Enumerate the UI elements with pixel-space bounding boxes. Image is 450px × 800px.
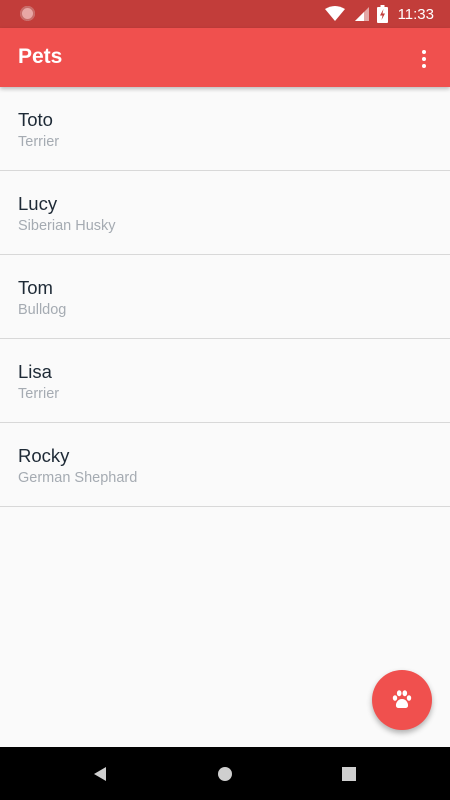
screen: 11:33 Pets Toto Terrier Lucy Siberian Hu… (0, 0, 450, 800)
list-item[interactable]: Lisa Terrier (0, 339, 450, 423)
pet-name: Lisa (18, 361, 52, 382)
notification-icon (20, 6, 35, 21)
navigation-bar (0, 747, 450, 800)
home-button[interactable] (195, 747, 255, 800)
list-item[interactable]: Rocky German Shephard (0, 423, 450, 507)
battery-icon (376, 5, 388, 23)
pet-name: Lucy (18, 193, 58, 214)
recents-button[interactable] (319, 747, 379, 800)
pet-breed: Siberian Husky (18, 218, 116, 234)
page-title: Pets (18, 45, 63, 68)
status-time: 11:33 (397, 5, 434, 23)
recents-icon (342, 766, 356, 781)
more-vert-icon[interactable] (406, 41, 442, 77)
pet-breed: Bulldog (18, 302, 67, 318)
pet-name: Tom (18, 277, 53, 298)
back-icon (94, 766, 106, 781)
status-icons: 11:33 (324, 0, 434, 28)
menu-dot (422, 57, 426, 61)
list-item[interactable]: Toto Terrier (0, 87, 450, 171)
menu-dot (422, 50, 426, 54)
list-item[interactable]: Tom Bulldog (0, 255, 450, 339)
app-bar: Pets (0, 28, 450, 87)
pet-name: Toto (18, 109, 53, 130)
menu-dot (422, 64, 426, 68)
pet-breed: Terrier (18, 134, 60, 150)
status-bar: 11:33 (0, 0, 450, 28)
pet-name: Rocky (18, 445, 70, 466)
pet-breed: German Shephard (18, 470, 138, 486)
pet-list: Toto Terrier Lucy Siberian Husky Tom Bul… (0, 87, 450, 507)
add-pet-button[interactable] (372, 670, 432, 730)
back-button[interactable] (70, 747, 130, 800)
home-icon (218, 766, 232, 781)
signal-icon (354, 7, 369, 21)
wifi-icon (324, 6, 345, 21)
pet-breed: Terrier (18, 386, 60, 402)
paw-icon (392, 690, 412, 709)
list-item[interactable]: Lucy Siberian Husky (0, 171, 450, 255)
